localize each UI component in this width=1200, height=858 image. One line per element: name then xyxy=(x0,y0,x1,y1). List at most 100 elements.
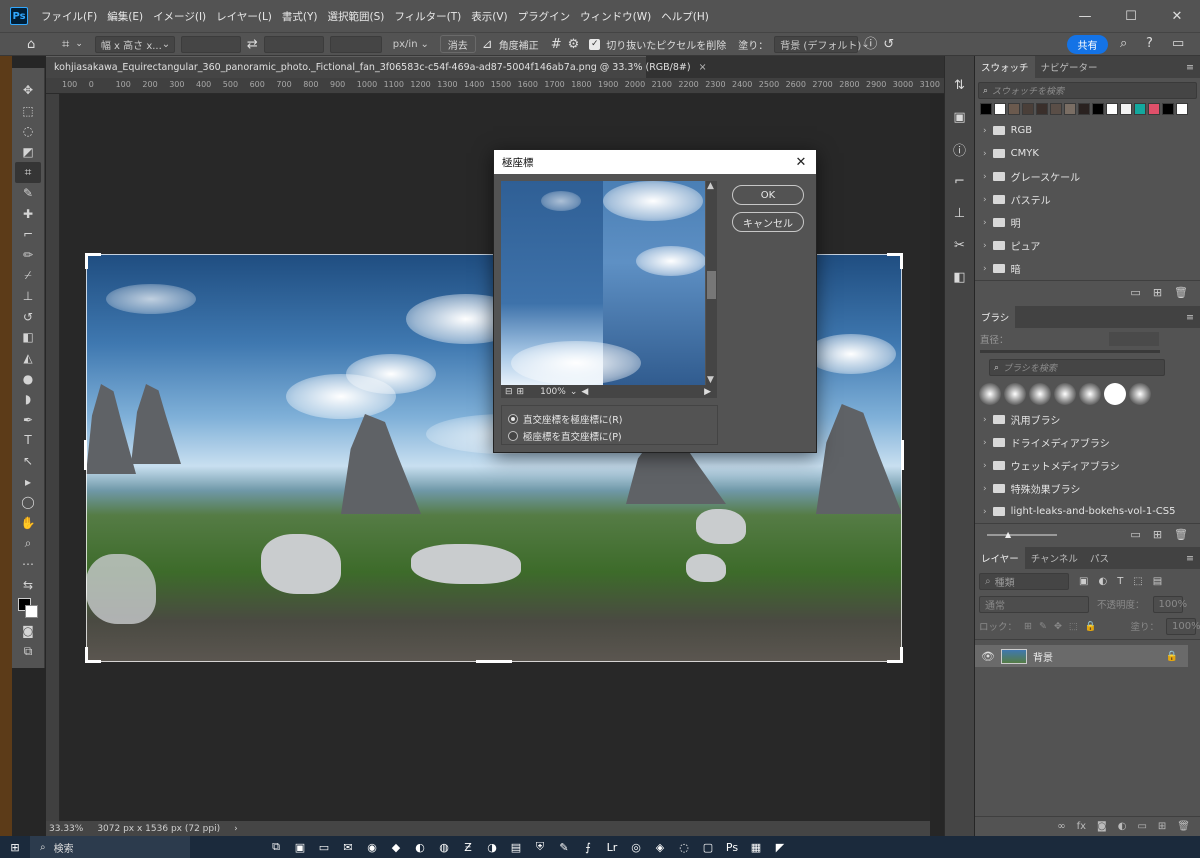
zoom-out-icon[interactable]: ⊟ xyxy=(505,387,513,397)
quick-mask-icon[interactable]: ◙ xyxy=(15,621,41,642)
color-swatches-icon[interactable] xyxy=(15,595,41,621)
math-icon[interactable]: ⨍ xyxy=(576,836,600,858)
menu-item[interactable]: ファイル(F) xyxy=(36,9,102,24)
app-icon[interactable]: ◎ xyxy=(624,836,648,858)
direct-select-tool-icon[interactable]: ▸ xyxy=(15,471,41,492)
minimize-button[interactable]: — xyxy=(1062,0,1108,32)
crop-handle-bottom-right[interactable] xyxy=(887,647,903,663)
new-group-icon[interactable]: ▭ xyxy=(1130,528,1140,541)
swap-colors-icon[interactable]: ⇆ xyxy=(15,574,41,595)
layer-kind-filter[interactable]: ⌕ 種類 xyxy=(979,572,1069,590)
brush-preset[interactable] xyxy=(1129,383,1151,405)
swatch-group[interactable]: › CMYK xyxy=(975,142,1200,165)
swatch[interactable] xyxy=(1148,103,1160,115)
paint-bucket-tool-icon[interactable]: ◭ xyxy=(15,348,41,369)
height-field[interactable] xyxy=(263,35,324,53)
layer-row[interactable]: 👁 背景 🔒 xyxy=(975,645,1188,667)
menu-item[interactable]: 書式(Y) xyxy=(277,9,323,24)
swatch-group[interactable]: › RGB xyxy=(975,119,1200,142)
info-panel-icon[interactable]: ⓘ xyxy=(949,138,971,160)
image-panel-icon[interactable]: ▣ xyxy=(949,106,971,128)
info-icon[interactable]: ⓘ xyxy=(864,38,877,51)
chevron-right-icon[interactable]: › xyxy=(983,264,987,274)
panel-menu-icon[interactable]: ≡ xyxy=(1180,312,1200,328)
chevron-right-icon[interactable]: › xyxy=(983,241,987,251)
photoshop-taskbar-icon[interactable]: Ps xyxy=(720,836,744,858)
panel-menu-icon[interactable]: ≡ xyxy=(1180,62,1200,78)
new-swatch-icon[interactable]: ⊞ xyxy=(1153,286,1162,299)
chrome-icon[interactable]: ◉ xyxy=(360,836,384,858)
brush-preview-slider[interactable]: ▲ xyxy=(987,530,1057,539)
maximize-button[interactable]: ☐ xyxy=(1108,0,1154,32)
swatch[interactable] xyxy=(1176,103,1188,115)
preview-zoom-level[interactable]: 100% xyxy=(540,387,566,397)
crop-tool-icon[interactable]: ⌗ xyxy=(15,162,41,183)
more-tools-icon[interactable]: ⋯ xyxy=(15,554,41,575)
home-icon[interactable]: ⌂ xyxy=(27,38,35,51)
ellipse-tool-icon[interactable]: ◯ xyxy=(15,492,41,513)
help-icon[interactable]: ? xyxy=(1146,37,1153,50)
filter-smart-icon[interactable]: ▤ xyxy=(1153,576,1162,587)
crop-handle-right[interactable] xyxy=(901,440,904,470)
brush-size-field[interactable] xyxy=(1108,332,1159,346)
chevron-down-icon[interactable]: ⌄ xyxy=(570,387,578,397)
document-tab[interactable]: kohjiasakawa_Equirectangular_360_panoram… xyxy=(46,56,707,78)
add-mask-icon[interactable]: ◙ xyxy=(1097,821,1107,832)
filter-type-icon[interactable]: T xyxy=(1117,576,1123,587)
tool-presets-icon[interactable]: ✂ xyxy=(949,234,971,256)
properties-panel-icon[interactable]: ◧ xyxy=(949,266,971,288)
swatch[interactable] xyxy=(980,103,992,115)
tab-channels[interactable]: チャンネル xyxy=(1025,547,1084,569)
ok-button[interactable]: OK xyxy=(732,185,804,205)
brush-preset[interactable] xyxy=(1079,383,1101,405)
clone-source-icon[interactable]: ⊥ xyxy=(949,202,971,224)
media-icon[interactable]: ◌ xyxy=(672,836,696,858)
panel-menu-icon[interactable]: ≡ xyxy=(1180,553,1200,569)
tab-layers[interactable]: レイヤー xyxy=(975,547,1025,569)
lock-artboard-icon[interactable]: ⬚ xyxy=(1069,621,1078,632)
swatch-group[interactable]: › パステル xyxy=(975,188,1200,211)
visibility-eye-icon[interactable]: 👁 xyxy=(981,650,995,663)
swatch-group[interactable]: › 明 xyxy=(975,211,1200,234)
trash-icon[interactable]: 🗑 xyxy=(1174,286,1188,299)
tab-navigator[interactable]: ナビゲーター xyxy=(1035,56,1104,78)
chevron-right-icon[interactable]: › xyxy=(983,195,987,205)
chevron-right-icon[interactable]: › xyxy=(983,484,987,494)
menu-item[interactable]: ヘルプ(H) xyxy=(656,9,714,24)
pencil-tool-icon[interactable]: ✏ xyxy=(15,245,41,266)
swatch[interactable] xyxy=(1120,103,1132,115)
pin-icon[interactable]: ◤ xyxy=(768,836,792,858)
dialog-close-button[interactable]: ✕ xyxy=(786,155,816,170)
swatch-group[interactable]: › 暗 xyxy=(975,257,1200,280)
resolution-field[interactable] xyxy=(329,35,382,53)
brush-preset[interactable] xyxy=(1004,383,1026,405)
opacity-field[interactable]: 100% xyxy=(1152,595,1187,613)
preview-scrollbar[interactable]: ▲ ▼ xyxy=(706,181,717,385)
history-panel-icon[interactable]: ⇅ xyxy=(949,74,971,96)
chevron-right-icon[interactable]: › xyxy=(983,218,987,228)
screen-mode-icon[interactable]: ⧉ xyxy=(15,641,41,662)
swatch-search-input[interactable]: ⌕ スウォッチを検索 xyxy=(978,82,1197,99)
link-icon[interactable]: ∞ xyxy=(1057,821,1065,832)
grid-overlay-icon[interactable]: # xyxy=(551,38,562,51)
marquee-tool-icon[interactable]: ⬚ xyxy=(15,101,41,122)
trash-icon[interactable]: 🗑 xyxy=(1177,821,1190,832)
polar-to-rect-option[interactable]: 極座標を直交座標に(P) xyxy=(508,427,711,444)
crop-handle-bottom-left[interactable] xyxy=(85,647,101,663)
taskbar-search[interactable]: ⌕ 検索 xyxy=(30,836,190,858)
rect-to-polar-option[interactable]: 直交座標を極座標に(R) xyxy=(508,410,711,427)
brush-group[interactable]: › ドライメディアブラシ xyxy=(975,431,1200,454)
fill-select[interactable]: 背景 (デフォルト) ⌄ xyxy=(774,35,870,53)
windows-start-icon[interactable]: ⊞ xyxy=(0,836,30,858)
menu-item[interactable]: 編集(E) xyxy=(102,9,148,24)
swatch-group[interactable]: › グレースケール xyxy=(975,165,1200,188)
hand-tool-icon[interactable]: ✋ xyxy=(15,512,41,533)
healing-brush-tool-icon[interactable]: ✚ xyxy=(15,204,41,225)
adjustment-layer-icon[interactable]: ◐ xyxy=(1118,821,1127,832)
chevron-right-icon[interactable]: › xyxy=(983,149,987,159)
blend-mode-select[interactable]: 通常 xyxy=(979,595,1089,613)
type-tool-icon[interactable]: T xyxy=(15,430,41,451)
swatch[interactable] xyxy=(1008,103,1020,115)
new-group-icon[interactable]: ▭ xyxy=(1137,821,1146,832)
zoom-tool-icon[interactable]: ⌕ xyxy=(15,533,41,554)
